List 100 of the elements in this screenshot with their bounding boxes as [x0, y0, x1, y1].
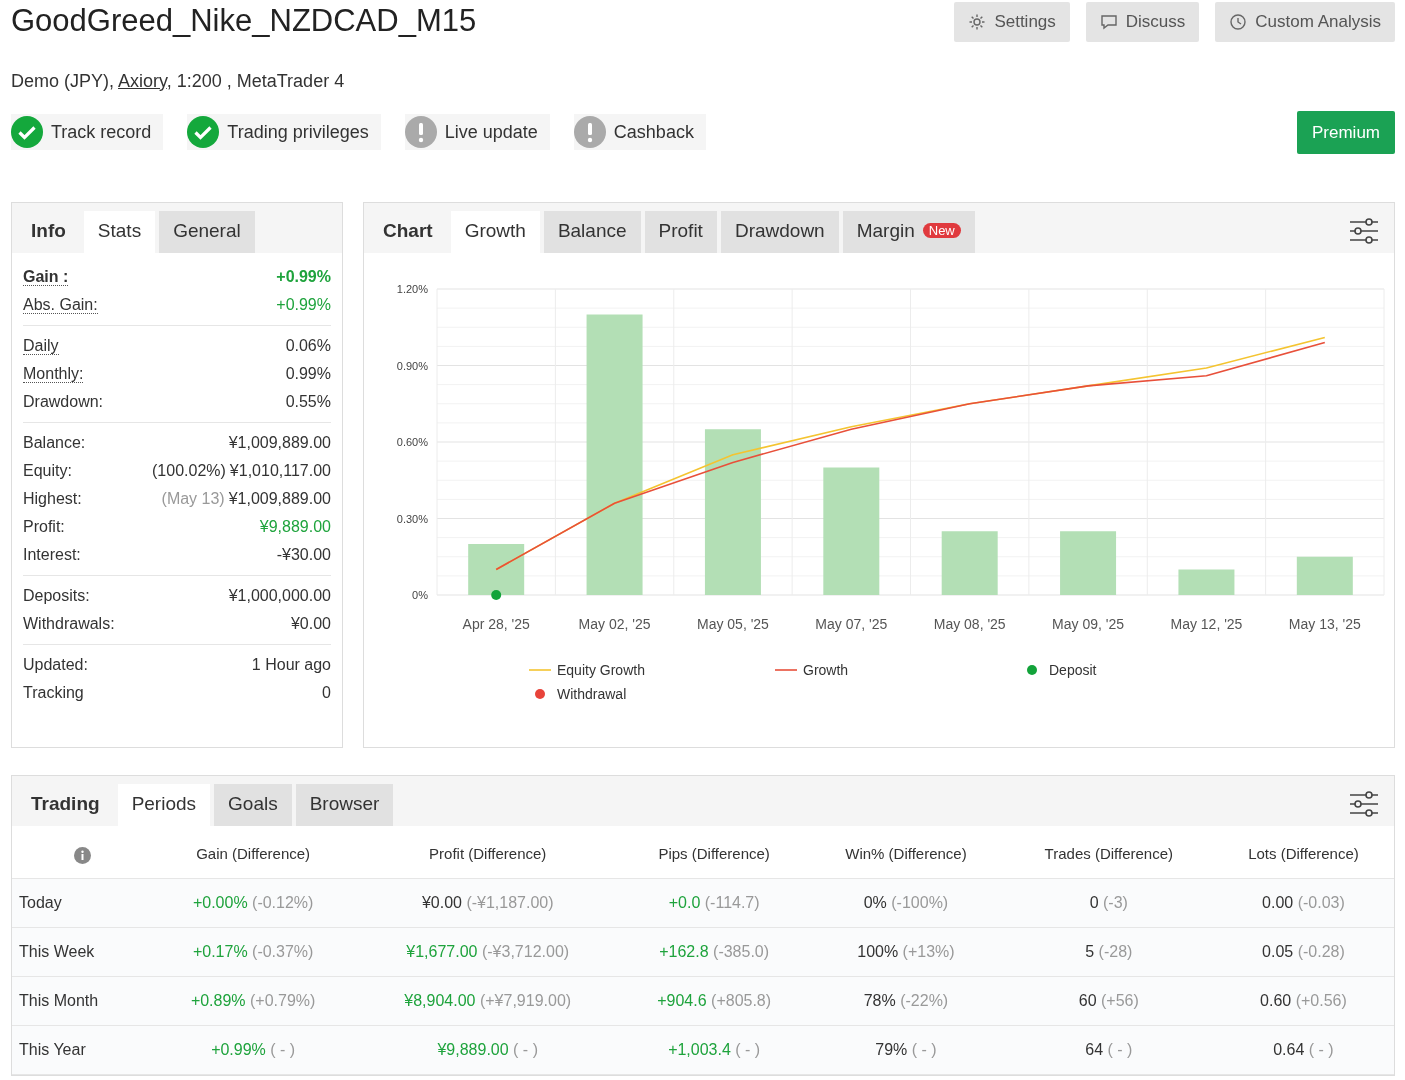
- legend-dot-icon: [535, 689, 545, 699]
- stat-label: Abs. Gain:: [23, 296, 98, 314]
- x-tick-label: May 05, '25: [696, 616, 769, 632]
- column-header: Profit (Difference): [354, 826, 622, 878]
- stat-value: 0.99%: [285, 364, 331, 384]
- table-cell: 5 (-28): [1004, 927, 1213, 976]
- table-cell: +1,003.4 ( - ): [621, 1025, 808, 1074]
- tab[interactable]: General: [159, 210, 255, 253]
- stat-value: 1 Hour ago: [251, 655, 331, 675]
- tab[interactable]: Profit: [644, 210, 717, 253]
- filter-icon[interactable]: [1349, 790, 1379, 818]
- stat-value: ¥1,009,889.00: [228, 489, 331, 509]
- table-cell: 60 (+56): [1004, 976, 1213, 1025]
- legend-label[interactable]: Equity Growth: [557, 662, 645, 678]
- table-cell: ¥0.00 (-¥1,187.00): [354, 878, 622, 927]
- column-header: Trades (Difference): [1004, 826, 1213, 878]
- x-tick-label: Apr 28, '25: [462, 616, 530, 632]
- table-cell: +0.89% (+0.79%): [152, 976, 355, 1025]
- stat-label: Tracking: [23, 684, 84, 701]
- table-cell: 0.05 (-0.28): [1212, 927, 1394, 976]
- stat-note: (May 13): [161, 489, 225, 509]
- legend-label[interactable]: Withdrawal: [557, 686, 627, 702]
- tab[interactable]: Margin New: [842, 210, 975, 253]
- stat-label: Gain :: [23, 268, 69, 286]
- stat-label: Monthly:: [23, 365, 84, 383]
- x-tick-label: May 02, '25: [578, 616, 651, 632]
- stat-label: Balance:: [23, 434, 86, 451]
- stat-value: 0.55%: [285, 392, 331, 412]
- table-cell: +162.8 (-385.0): [621, 927, 808, 976]
- stat-label: Profit:: [23, 518, 65, 535]
- table-cell: 100% (+13%): [807, 927, 1005, 976]
- stat-value: ¥0.00: [290, 614, 331, 634]
- stat-value: ¥1,010,117.00: [229, 461, 331, 481]
- table-cell: ¥1,677.00 (-¥3,712.00): [354, 927, 622, 976]
- page-title: GoodGreed_Nike_NZDCAD_M15: [11, 2, 477, 40]
- analysis-button[interactable]: Custom Analysis: [1215, 2, 1395, 42]
- table-cell: 79% ( - ): [807, 1025, 1005, 1074]
- legend-dot-icon: [1027, 665, 1037, 675]
- stat-label: Drawdown:: [23, 393, 104, 410]
- stat-label: Updated:: [23, 656, 88, 673]
- bar: [1178, 569, 1235, 595]
- tab[interactable]: Stats: [83, 210, 156, 253]
- table-cell: ¥9,889.00 ( - ): [354, 1025, 622, 1074]
- stat-label: Withdrawals:: [23, 615, 115, 632]
- period-label: Today: [12, 878, 152, 927]
- bar: [941, 531, 998, 595]
- legend-label[interactable]: Growth: [803, 662, 849, 678]
- stat-value: -¥30.00: [276, 545, 331, 565]
- y-tick-label: 0.30%: [396, 512, 428, 525]
- tab[interactable]: Browser: [295, 783, 394, 826]
- table-cell: 78% (-22%): [807, 976, 1005, 1025]
- table-cell: +904.6 (+805.8): [621, 976, 808, 1025]
- legend-label[interactable]: Deposit: [1049, 662, 1097, 678]
- period-label: This Month: [12, 976, 152, 1025]
- settings-icon: [968, 12, 987, 31]
- tab[interactable]: Goals: [214, 783, 292, 826]
- legend-line-icon: [528, 669, 552, 671]
- stat-label: Deposits:: [23, 587, 90, 604]
- settings-button[interactable]: Settings: [954, 2, 1070, 42]
- panel-heading: Chart: [382, 218, 434, 243]
- table-cell: 0.64 ( - ): [1212, 1025, 1394, 1074]
- account-description: Demo (JPY), Axiory, 1:200 , MetaTrader 4: [11, 69, 346, 93]
- stat-value: +0.99%: [276, 295, 331, 315]
- x-tick-label: May 12, '25: [1170, 616, 1243, 632]
- y-tick-label: 0.90%: [396, 359, 428, 372]
- table-cell: 0 (-3): [1004, 878, 1213, 927]
- bar: [468, 544, 525, 595]
- table-cell: 64 ( - ): [1004, 1025, 1213, 1074]
- discuss-button[interactable]: Discuss: [1085, 2, 1200, 42]
- filter-icon[interactable]: [1349, 217, 1379, 245]
- tab[interactable]: Balance: [543, 210, 641, 253]
- x-tick-label: May 07, '25: [815, 616, 888, 632]
- speech-bubble-icon: [1099, 12, 1118, 31]
- panel-heading: Trading: [30, 791, 101, 816]
- table-cell: +0.99% ( - ): [152, 1025, 355, 1074]
- panel-heading: Info: [30, 218, 67, 243]
- period-label: This Week: [12, 927, 152, 976]
- table-cell: +0.00% (-0.12%): [152, 878, 355, 927]
- broker-link[interactable]: Axiory: [118, 70, 167, 91]
- new-badge: New: [922, 223, 961, 239]
- stat-note: (100.02%): [152, 461, 226, 481]
- tab[interactable]: Drawdown: [720, 210, 839, 253]
- bar: [1296, 556, 1353, 595]
- stat-label: Highest:: [23, 490, 82, 507]
- table-cell: 0.00 (-0.03): [1212, 878, 1394, 927]
- legend-line-icon: [774, 669, 798, 671]
- x-tick-label: May 08, '25: [933, 616, 1006, 632]
- clock-icon: [1229, 12, 1248, 31]
- y-tick-label: 0%: [412, 589, 428, 601]
- y-tick-label: 1.20%: [396, 283, 428, 295]
- stat-value: 0: [322, 683, 331, 703]
- stat-value: ¥9,889.00: [259, 517, 331, 537]
- tab[interactable]: Growth: [450, 210, 540, 253]
- info-icon[interactable]: [73, 846, 91, 864]
- table-cell: +0.17% (-0.37%): [152, 927, 355, 976]
- x-tick-label: May 09, '25: [1052, 616, 1125, 632]
- table-cell: 0.60 (+0.56): [1212, 976, 1394, 1025]
- data-point: [491, 590, 502, 600]
- column-header: Lots (Difference): [1212, 826, 1394, 878]
- tab[interactable]: Periods: [117, 783, 211, 826]
